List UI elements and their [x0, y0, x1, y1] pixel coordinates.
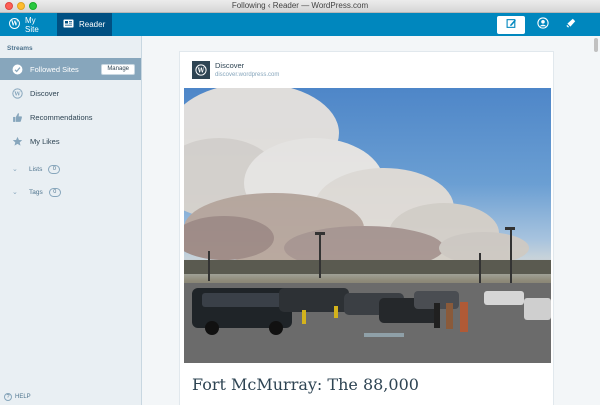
post-card[interactable]: W Discover discover.wordpress.com Fort M…: [179, 51, 554, 405]
help-icon: ?: [4, 393, 12, 401]
sidebar-item-my-likes[interactable]: My Likes: [0, 130, 141, 152]
window-title: Following ‹ Reader — WordPress.com: [231, 1, 369, 10]
sidebar-item-recommendations[interactable]: Recommendations: [0, 106, 141, 128]
my-site-label: My Site: [25, 15, 39, 34]
sidebar-item-label: Discover: [30, 88, 60, 98]
sidebar-item-label: My Likes: [30, 136, 60, 146]
help-label: HELP: [15, 394, 31, 400]
lists-count-badge: 0: [48, 164, 61, 174]
sidebar-item-followed-sites[interactable]: Followed Sites Manage: [0, 58, 141, 80]
tags-toggle[interactable]: ⌄ Tags 0: [0, 183, 141, 201]
me-icon: [537, 16, 549, 34]
sidebar-item-label: Followed Sites: [30, 64, 79, 74]
check-circle-icon: [11, 63, 23, 75]
site-name[interactable]: Discover: [215, 61, 279, 70]
post-site-header[interactable]: W Discover discover.wordpress.com: [192, 61, 279, 79]
site-icon: W: [192, 61, 210, 79]
lists-label: Lists: [29, 165, 43, 173]
write-icon: [506, 16, 517, 34]
streams-heading: Streams: [7, 45, 33, 52]
thumbs-up-icon: [11, 111, 23, 123]
star-icon: [11, 135, 23, 147]
wordpress-icon: W: [9, 18, 25, 31]
reader-button[interactable]: Reader: [57, 13, 112, 36]
reader-icon: [63, 19, 79, 30]
chevron-down-icon: ⌄: [12, 189, 18, 196]
help-link[interactable]: ? HELP: [4, 393, 31, 401]
notifications-button[interactable]: [561, 16, 581, 34]
site-url[interactable]: discover.wordpress.com: [215, 72, 279, 78]
reader-label: Reader: [79, 20, 106, 29]
post-title[interactable]: Fort McMurray: The 88,000: [192, 375, 419, 394]
wordpress-icon: W: [11, 87, 23, 99]
masterbar: W My Site Reader: [0, 13, 600, 36]
lists-toggle[interactable]: ⌄ Lists 0: [0, 160, 141, 178]
my-site-button[interactable]: W My Site: [3, 13, 57, 36]
scrollbar-thumb[interactable]: [594, 38, 598, 52]
sidebar-item-label: Recommendations: [30, 112, 93, 122]
notifications-icon: [565, 16, 577, 34]
svg-text:W: W: [197, 67, 205, 74]
reader-sidebar: Streams Followed Sites Manage W Discover…: [0, 36, 142, 405]
write-button[interactable]: [497, 16, 525, 34]
window-titlebar: Following ‹ Reader — WordPress.com: [0, 0, 600, 13]
chevron-down-icon: ⌄: [12, 166, 18, 173]
svg-text:W: W: [13, 91, 21, 97]
featured-image[interactable]: [184, 88, 551, 363]
sidebar-item-discover[interactable]: W Discover: [0, 82, 141, 104]
svg-text:W: W: [10, 21, 18, 28]
tags-label: Tags: [29, 188, 43, 196]
reader-stream: W Discover discover.wordpress.com Fort M…: [142, 36, 600, 405]
main-scrollbar[interactable]: [593, 36, 600, 405]
tags-count-badge: 0: [48, 187, 61, 197]
manage-button[interactable]: Manage: [101, 64, 135, 75]
me-button[interactable]: [533, 16, 553, 34]
